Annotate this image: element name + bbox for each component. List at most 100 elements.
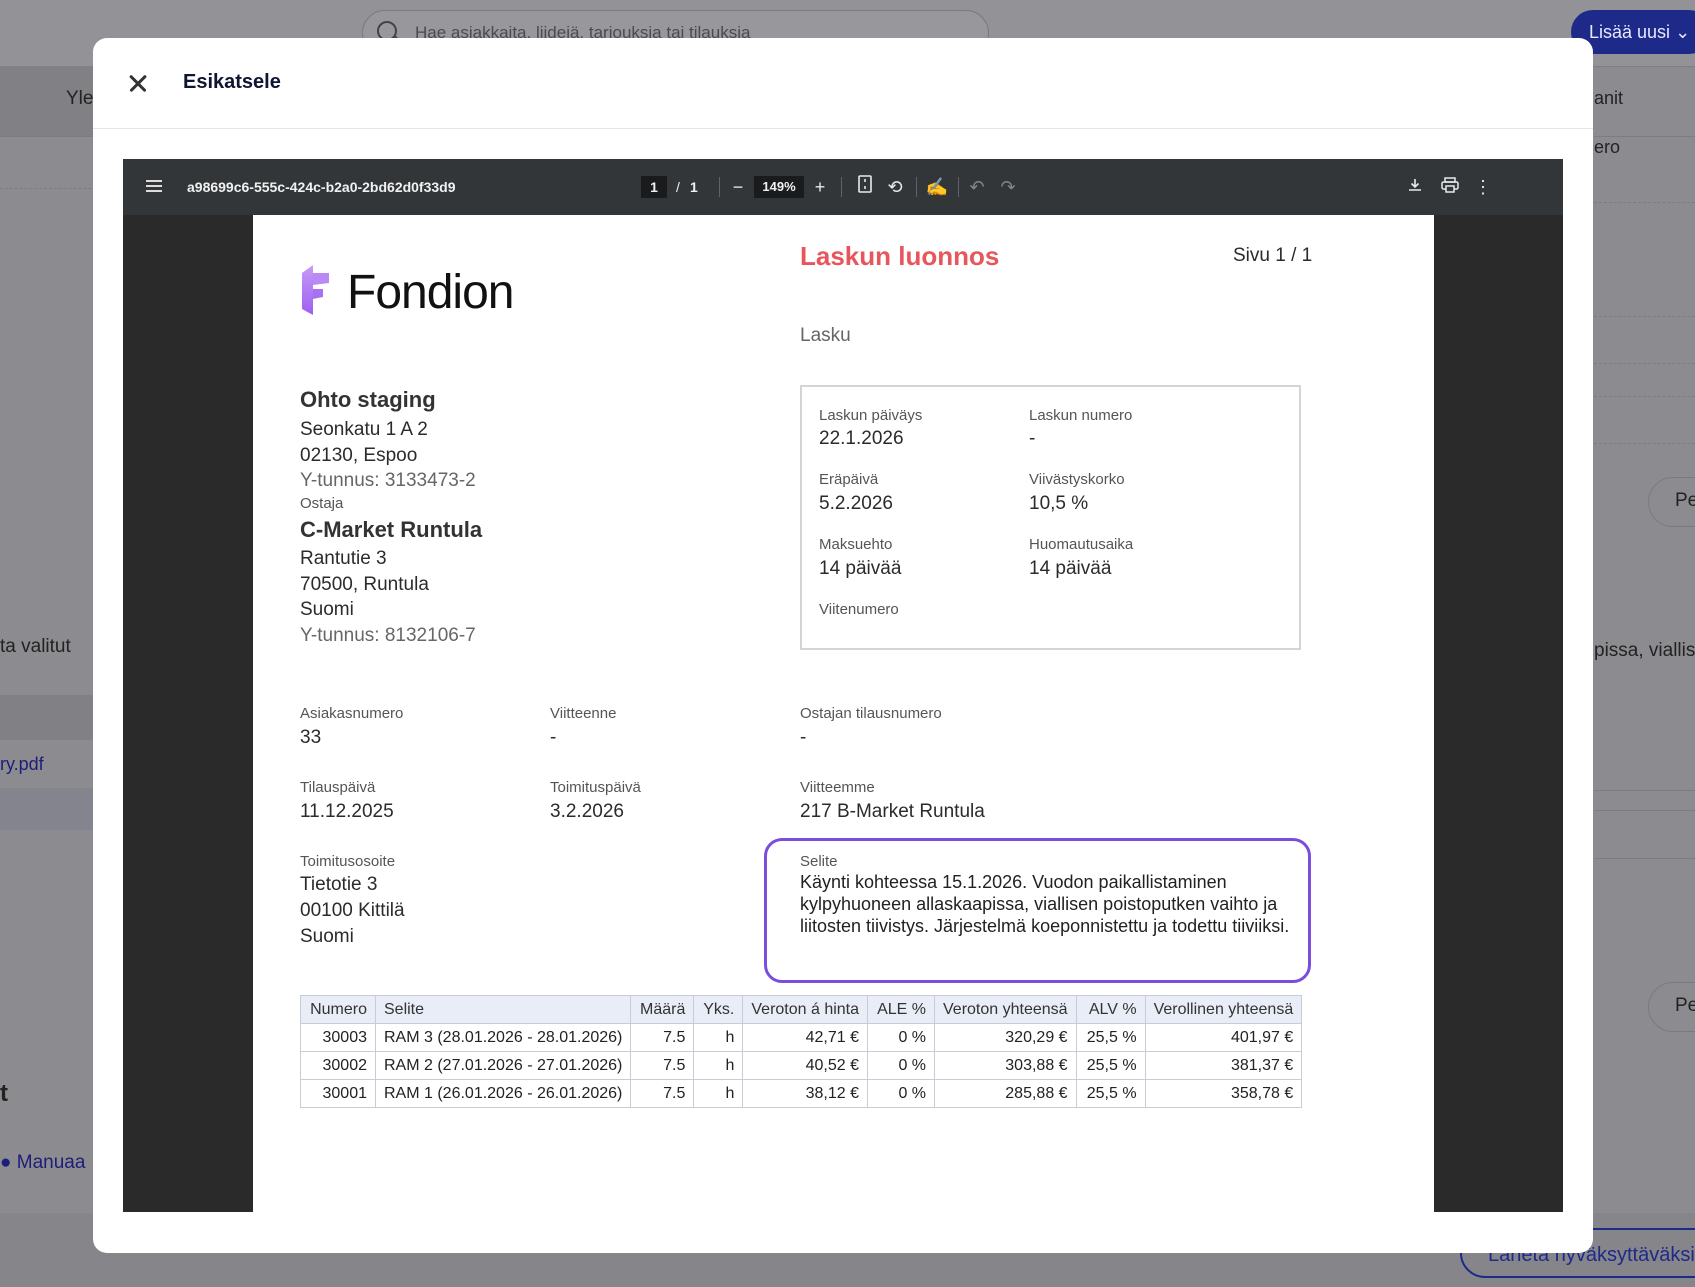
buyer-city: 70500, Runtula [300,574,429,595]
add-new-label: Lisää uusi [1589,22,1671,42]
background-pill-button[interactable]: Pe [1648,477,1695,527]
table-row: 30003 RAM 3 (28.01.2026 - 28.01.2026) 7.… [300,1023,1303,1052]
buyer-name: C-Market Runtula [300,517,483,542]
chevron-down-icon: ⌄ [1675,22,1691,42]
fondion-logo-icon [302,265,329,315]
cell-number: 30003 [300,1023,376,1052]
zoom-in-icon[interactable]: + [806,173,834,201]
cell-vat: 25,5 % [1075,1023,1146,1052]
reference-number-label: Viitenumero [819,601,899,618]
cell-unit-price: 38,12 € [742,1079,869,1108]
right-field: ero [1594,137,1621,157]
annotate-icon[interactable]: ✍ [923,173,951,201]
fit-page-icon[interactable] [851,173,879,201]
order-date-label: Tilauspäivä [300,779,376,796]
our-reference: 217 B-Market Runtula [800,801,985,822]
print-icon[interactable] [1436,173,1464,201]
cell-gross-total: 381,37 € [1144,1051,1303,1080]
notice-period-label: Huomautusaika [1029,536,1134,553]
document-type: Lasku [800,325,851,346]
delivery-date: 3.2.2026 [550,801,624,822]
cell-quantity: 7.5 [630,1051,695,1080]
preview-modal: Esikatsele a98699c6-555c-424c-b2a0-2bd62… [93,38,1593,1253]
buyer-business-id: Y-tunnus: 8132106-7 [300,625,476,646]
buyer-order-label: Ostajan tilausnumero [800,705,942,722]
close-icon[interactable] [123,68,153,98]
notice-period: 14 päivää [1029,558,1112,579]
page-separator: / [676,179,680,195]
cell-discount: 0 % [867,1051,936,1080]
invoice-date: 22.1.2026 [819,428,904,449]
right-snippet: pissa, viallis [1594,640,1695,661]
more-options-icon[interactable]: ⋮ [1469,173,1497,201]
tab-right[interactable]: anit [1594,88,1623,109]
modal-header: Esikatsele [93,38,1593,129]
left-text: ta valitut [0,636,71,657]
col-unit-price: Veroton á hinta [742,995,869,1024]
cell-unit: h [693,1023,744,1052]
seller-street: Seonkatu 1 A 2 [300,419,428,440]
zoom-out-icon[interactable]: − [724,173,752,201]
col-description: Selite [374,995,632,1024]
cell-gross-total: 401,97 € [1144,1023,1303,1052]
redo-icon[interactable]: ↷ [994,173,1022,201]
undo-icon[interactable]: ↶ [963,173,991,201]
description-text: Käynti kohteessa 15.1.2026. Vuodon paika… [800,872,1290,936]
cell-discount: 0 % [867,1079,936,1108]
modal-title: Esikatsele [183,71,281,93]
buyer-order: - [800,727,807,748]
file-link[interactable]: ry.pdf [0,754,44,775]
your-reference-label: Viitteenne [550,705,617,722]
col-unit: Yks. [693,995,744,1024]
delivery-address-label: Toimitusosoite [300,853,396,870]
menu-icon[interactable] [146,180,162,192]
col-vat: ALV % [1075,995,1146,1024]
page-number-input[interactable]: 1 [641,176,667,198]
cell-description: RAM 2 (27.01.2026 - 27.01.2026) [374,1051,632,1080]
cell-number: 30001 [300,1079,376,1108]
pdf-filename: a98699c6-555c-424c-b2a0-2bd62d0f33d9 [187,179,456,195]
tab-left[interactable]: Yle [66,88,93,110]
delivery-date-label: Toimituspäivä [550,779,641,796]
col-number: Numero [300,995,376,1024]
document-title: Laskun luonnos [800,241,1000,271]
cell-unit: h [693,1079,744,1108]
cell-unit-price: 42,71 € [742,1023,869,1052]
cell-vat: 25,5 % [1075,1051,1146,1080]
circle-icon: ● [0,1152,12,1173]
seller-name: Ohto staging [300,387,436,412]
pdf-viewer: a98699c6-555c-424c-b2a0-2bd62d0f33d9 1 /… [123,159,1563,1212]
cell-net-total: 303,88 € [934,1051,1077,1080]
cell-description: RAM 3 (28.01.2026 - 28.01.2026) [374,1023,632,1052]
section-heading: t [0,1080,8,1107]
cell-unit-price: 40,52 € [742,1051,869,1080]
buyer-label: Ostaja [300,495,344,512]
order-date: 11.12.2025 [300,801,394,822]
cell-unit: h [693,1051,744,1080]
pdf-page: Fondion Laskun luonnos Sivu 1 / 1 Lasku … [253,215,1434,1212]
manual-link-label: Manuaa [16,1152,86,1173]
zoom-input[interactable]: 149% [754,176,804,198]
manual-link[interactable]: ● Manuaa [0,1152,85,1174]
seller-business-id: Y-tunnus: 3133473-2 [300,470,476,491]
page-info: Sivu 1 / 1 [1233,245,1313,266]
col-discount: ALE % [867,995,936,1024]
buyer-street: Rantutie 3 [300,548,387,569]
cell-vat: 25,5 % [1075,1079,1146,1108]
col-gross-total: Verollinen yhteensä [1144,995,1303,1024]
background-pill-button[interactable]: Pe [1648,982,1695,1032]
cell-net-total: 285,88 € [934,1079,1077,1108]
description-label: Selite [800,853,838,870]
cell-net-total: 320,29 € [934,1023,1077,1052]
table-row: 30001 RAM 1 (26.01.2026 - 26.01.2026) 7.… [300,1079,1303,1108]
download-icon[interactable] [1401,173,1429,201]
payment-terms-label: Maksuehto [819,536,893,553]
rotate-icon[interactable]: ⟲ [881,173,909,201]
our-reference-label: Viitteemme [800,779,875,796]
due-date-label: Eräpäivä [819,471,879,488]
invoice-number-label: Laskun numero [1029,407,1133,424]
pill-label: Pe [1675,995,1695,1016]
invoice-number: - [1029,428,1036,449]
cell-number: 30002 [300,1051,376,1080]
delivery-city: 00100 Kittilä [300,900,405,921]
